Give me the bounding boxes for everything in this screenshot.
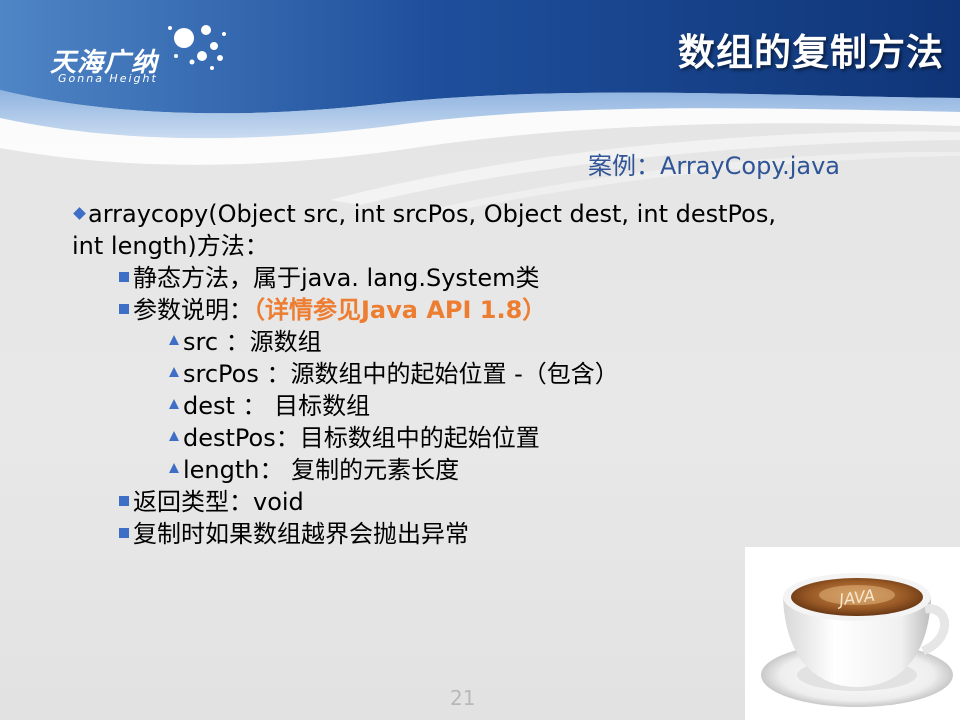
- bullet-static-method: 静态方法，属于java. lang.System类: [72, 262, 832, 294]
- bullet-params: 参数说明：（详情参见Java API 1.8）: [72, 294, 832, 326]
- diamond-bullet-icon: [73, 206, 86, 220]
- param-src-text: src ：源数组: [183, 328, 322, 356]
- triangle-bullet-icon: [169, 463, 179, 473]
- square-bullet-icon: [119, 528, 129, 538]
- signature-text: arraycopy(Object src, int srcPos, Object…: [88, 200, 776, 228]
- square-bullet-icon: [119, 496, 129, 506]
- bullet-exception: 复制时如果数组越界会抛出异常: [72, 518, 832, 550]
- signature-text-cont: int length)方法：: [72, 232, 269, 260]
- param-srcpos-text: srcPos ：源数组中的起始位置 -（包含）: [183, 360, 619, 388]
- bullet-param-dest: dest ： 目标数组: [72, 390, 832, 422]
- logo-bubbles-icon: [168, 25, 226, 70]
- param-length-text: length： 复制的元素长度: [183, 456, 460, 484]
- slide: 天海广纳 Gonna Height 数组的复制方法 案例：ArrayCopy.j…: [0, 0, 960, 720]
- triangle-bullet-icon: [169, 399, 179, 409]
- bullet-return-type: 返回类型：void: [72, 486, 832, 518]
- page-number: 21: [450, 686, 476, 710]
- bullet-param-src: src ：源数组: [72, 326, 832, 358]
- java-coffee-image: JAVA: [745, 547, 960, 720]
- exception-text: 复制时如果数组越界会抛出异常: [133, 520, 469, 548]
- company-logo: 天海广纳 Gonna Height: [44, 20, 226, 90]
- param-dest-text: dest ： 目标数组: [183, 392, 371, 420]
- params-label: 参数说明：: [133, 296, 253, 324]
- square-bullet-icon: [119, 304, 129, 314]
- triangle-bullet-icon: [169, 431, 179, 441]
- triangle-bullet-icon: [169, 335, 179, 345]
- param-destpos-text: destPos：目标数组中的起始位置: [183, 424, 540, 452]
- bullet-arraycopy-signature: arraycopy(Object src, int srcPos, Object…: [72, 198, 832, 230]
- case-reference: 案例：ArrayCopy.java: [588, 152, 841, 180]
- coffee-cup-icon: JAVA: [761, 573, 953, 707]
- params-note: （详情参见Java API 1.8）: [253, 296, 547, 324]
- bullet-arraycopy-signature-cont: int length)方法：: [72, 230, 832, 262]
- return-type-text: 返回类型：void: [133, 488, 304, 516]
- slide-title: 数组的复制方法: [678, 31, 944, 74]
- bullet-param-destpos: destPos：目标数组中的起始位置: [72, 422, 832, 454]
- logo-english-text: Gonna Height: [58, 72, 158, 85]
- triangle-bullet-icon: [169, 367, 179, 377]
- static-method-text: 静态方法，属于java. lang.System类: [133, 264, 540, 292]
- square-bullet-icon: [119, 272, 129, 282]
- bullet-param-length: length： 复制的元素长度: [72, 454, 832, 486]
- bullet-content: arraycopy(Object src, int srcPos, Object…: [72, 198, 832, 550]
- bullet-param-srcpos: srcPos ：源数组中的起始位置 -（包含）: [72, 358, 832, 390]
